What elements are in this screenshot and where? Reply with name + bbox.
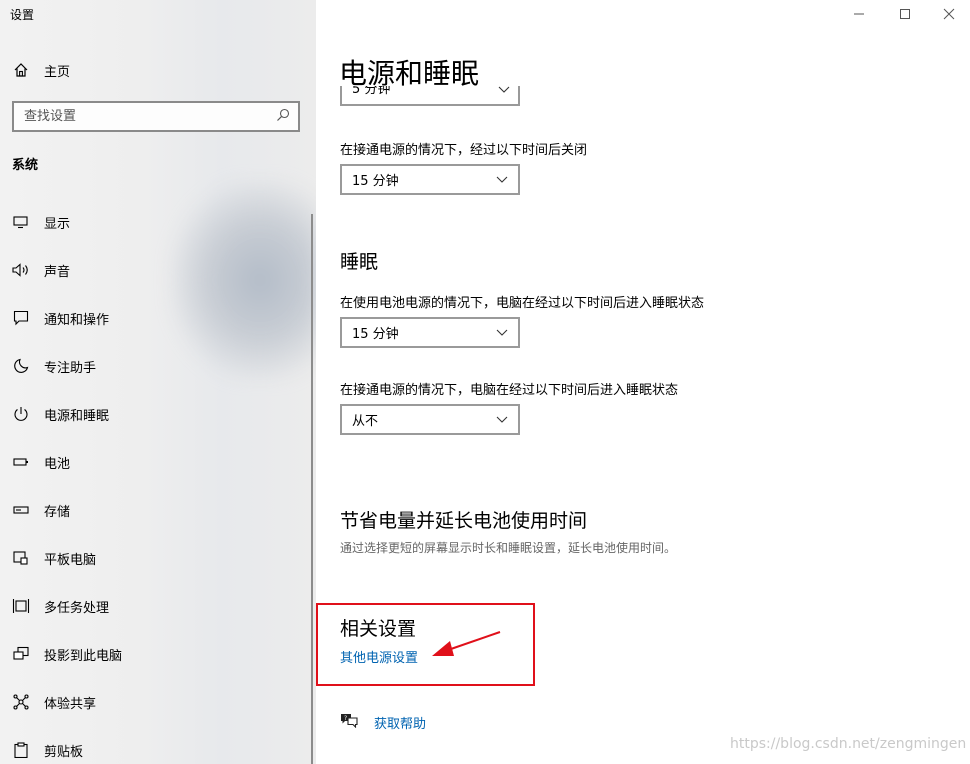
tablet-icon — [12, 549, 30, 567]
sidebar-item-battery[interactable]: 电池 — [12, 452, 70, 472]
select-value: 从不 — [352, 414, 379, 429]
sidebar-item-label: 电源和睡眠 — [44, 408, 110, 424]
sidebar-scrollbar[interactable] — [311, 214, 313, 764]
screen-plugged-select[interactable]: 15 分钟 — [340, 164, 520, 195]
sleep-section-title: 睡眠 — [340, 251, 379, 273]
sleep-battery-select[interactable]: 15 分钟 — [340, 317, 520, 348]
sidebar-item-label: 通知和操作 — [44, 312, 110, 328]
close-button[interactable] — [926, 0, 970, 28]
sidebar-item-label: 专注助手 — [44, 360, 97, 376]
share-icon — [12, 693, 30, 711]
sidebar-item-notifications[interactable]: 通知和操作 — [12, 308, 109, 328]
sleep-plugged-select[interactable]: 从不 — [340, 404, 520, 435]
chevron-down-icon — [498, 86, 510, 93]
save-energy-title: 节省电量并延长电池使用时间 — [340, 510, 588, 532]
get-help-link[interactable]: 获取帮助 — [374, 713, 426, 732]
watermark: https://blog.csdn.net/zengmingen — [730, 736, 967, 752]
sidebar-item-focus-assist[interactable]: 专注助手 — [12, 356, 96, 376]
select-value: 15 分钟 — [352, 327, 399, 342]
chevron-down-icon — [496, 329, 508, 336]
sidebar-item-project[interactable]: 投影到此电脑 — [12, 644, 122, 664]
sidebar-item-label: 存储 — [44, 504, 71, 520]
home-nav-item[interactable]: 主页 — [12, 60, 70, 80]
screen-plugged-label: 在接通电源的情况下，经过以下时间后关闭 — [340, 143, 588, 158]
page-title: 电源和睡眠 — [339, 57, 480, 90]
svg-text:?: ? — [344, 715, 347, 722]
power-icon — [12, 405, 30, 423]
sidebar-item-multitasking[interactable]: 多任务处理 — [12, 596, 109, 616]
search-box[interactable] — [12, 101, 300, 132]
sidebar-item-label: 投影到此电脑 — [44, 648, 123, 664]
section-label-system: 系统 — [12, 158, 39, 173]
related-settings-title: 相关设置 — [340, 618, 417, 640]
speaker-icon — [12, 261, 30, 279]
sidebar: 设置 主页 系统 显示 声音 通知和操作 专注助手 电源和睡眠 电池 存储 — [0, 0, 316, 764]
sidebar-item-shared-experiences[interactable]: 体验共享 — [12, 692, 96, 712]
maximize-button[interactable] — [882, 0, 928, 28]
window-title: 设置 — [10, 8, 35, 22]
sidebar-item-label: 平板电脑 — [44, 552, 97, 568]
chat-help-icon: ? — [340, 712, 358, 732]
acrylic-blur — [170, 180, 316, 380]
multitask-icon — [12, 597, 30, 615]
close-icon — [943, 5, 955, 24]
home-icon — [12, 61, 30, 79]
home-label: 主页 — [44, 64, 71, 80]
sidebar-item-label: 体验共享 — [44, 696, 97, 712]
storage-icon — [12, 501, 30, 519]
sidebar-item-tablet[interactable]: 平板电脑 — [12, 548, 96, 568]
search-input[interactable] — [24, 109, 264, 124]
sidebar-item-display[interactable]: 显示 — [12, 212, 70, 232]
clipboard-icon — [12, 741, 30, 759]
get-help-row[interactable]: ? 获取帮助 — [340, 712, 426, 732]
sidebar-item-clipboard[interactable]: 剪贴板 — [12, 740, 83, 760]
sidebar-item-label: 多任务处理 — [44, 600, 110, 616]
sidebar-item-label: 声音 — [44, 264, 71, 280]
sleep-battery-label: 在使用电池电源的情况下，电脑在经过以下时间后进入睡眠状态 — [340, 296, 705, 311]
sidebar-item-storage[interactable]: 存储 — [12, 500, 70, 520]
sidebar-item-label: 剪贴板 — [44, 744, 84, 760]
sleep-plugged-label: 在接通电源的情况下，电脑在经过以下时间后进入睡眠状态 — [340, 383, 679, 398]
minimize-icon — [853, 5, 865, 24]
battery-icon — [12, 453, 30, 471]
notification-icon — [12, 309, 30, 327]
sidebar-item-label: 电池 — [44, 456, 71, 472]
moon-icon — [12, 357, 30, 375]
chevron-down-icon — [496, 416, 508, 423]
minimize-button[interactable] — [836, 0, 882, 28]
project-icon — [12, 645, 30, 663]
select-value: 15 分钟 — [352, 174, 399, 189]
search-icon[interactable] — [276, 108, 290, 126]
monitor-icon — [12, 213, 30, 231]
save-energy-description: 通过选择更短的屏幕显示时长和睡眠设置，延长电池使用时间。 — [340, 541, 677, 555]
other-power-settings-link[interactable]: 其他电源设置 — [340, 647, 418, 666]
sidebar-item-label: 显示 — [44, 216, 71, 232]
maximize-icon — [899, 5, 911, 24]
chevron-down-icon — [496, 176, 508, 183]
sidebar-item-power-sleep[interactable]: 电源和睡眠 — [12, 404, 109, 424]
sidebar-item-sound[interactable]: 声音 — [12, 260, 70, 280]
annotation-arrow — [432, 631, 501, 656]
